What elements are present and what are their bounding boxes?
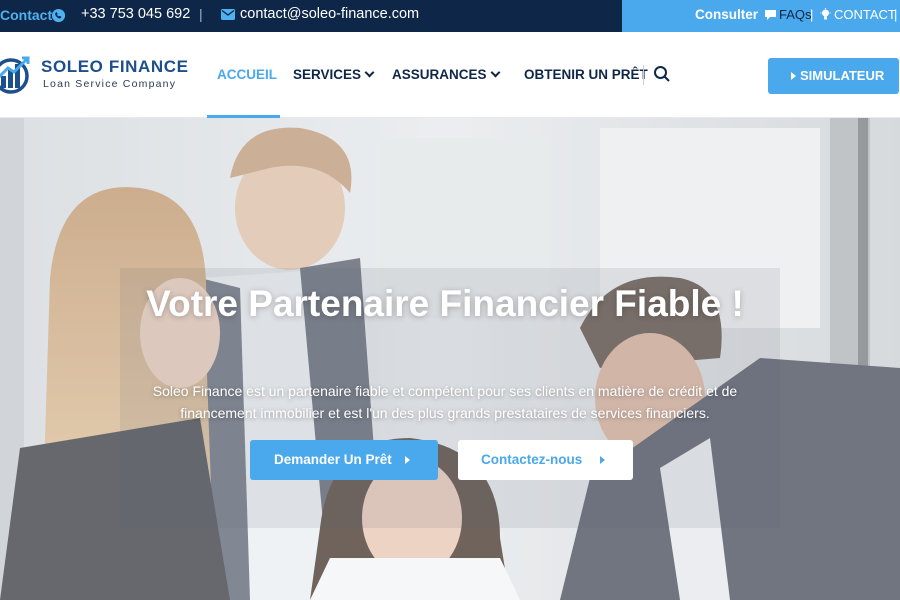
mail-icon <box>221 9 235 20</box>
nav-divider <box>643 65 644 85</box>
play-icon <box>405 456 410 464</box>
consult-label: Consulter <box>695 7 759 22</box>
nav-label: ACCUEIL <box>217 67 277 82</box>
hero-description: Soleo Finance est un partenaire fiable e… <box>152 383 738 421</box>
email-link[interactable]: contact@soleo-finance.com <box>240 6 419 22</box>
play-icon <box>791 72 796 80</box>
nav-item-assurances[interactable]: ASSURANCES <box>392 67 500 82</box>
topbar-divider-end: | <box>894 7 898 22</box>
contact-us-button[interactable]: Contactez-nous <box>458 440 633 480</box>
nav-label: SERVICES <box>293 67 362 82</box>
request-loan-label: Demander Un Prêt <box>274 452 392 467</box>
main-header: SOLEO FINANCE Loan Service Company ACCUE… <box>0 32 900 118</box>
hero-background-image <box>0 118 900 600</box>
simulator-button[interactable]: SIMULATEUR <box>768 58 899 94</box>
hero-title: Votre Partenaire Financier Fiable ! <box>146 283 744 324</box>
contact-us-label: Contactez-nous <box>481 452 583 467</box>
chevron-down-icon <box>364 67 375 78</box>
chat-bubble-icon <box>765 10 776 20</box>
nav-item-accueil[interactable]: ACCUEIL <box>217 67 277 82</box>
search-icon[interactable] <box>653 65 671 83</box>
topbar-right-panel: Consulter FAQs | CONTACT | <box>622 0 900 32</box>
topbar-divider: | <box>810 7 814 22</box>
nav-item-obtenir-un-pret[interactable]: OBTENIR UN PRÊT <box>524 67 648 82</box>
topbar-separator: | <box>199 6 203 22</box>
top-contact-bar: Contact: +33 753 045 692 | contact@soleo… <box>0 0 900 32</box>
logo-tagline: Loan Service Company <box>43 78 177 90</box>
logo-name[interactable]: SOLEO FINANCE <box>41 57 189 77</box>
phone-link[interactable]: +33 753 045 692 <box>81 6 190 22</box>
contact-label: Contact: <box>0 7 57 23</box>
nav-item-services[interactable]: SERVICES <box>293 67 375 82</box>
faq-link[interactable]: FAQs <box>779 7 812 22</box>
request-loan-button[interactable]: Demander Un Prêt <box>250 440 438 480</box>
hero-section: Votre Partenaire Financier Fiable ! Sole… <box>0 118 900 600</box>
lightbulb-icon <box>820 8 831 20</box>
whatsapp-icon <box>51 8 66 23</box>
chevron-down-icon <box>490 67 500 78</box>
play-icon <box>600 456 605 464</box>
logo-icon[interactable] <box>0 52 32 96</box>
simulator-label: SIMULATEUR <box>800 68 885 83</box>
nav-label: ASSURANCES <box>392 67 487 82</box>
contact-link[interactable]: CONTACT <box>834 7 896 22</box>
nav-label: OBTENIR UN PRÊT <box>524 67 648 82</box>
